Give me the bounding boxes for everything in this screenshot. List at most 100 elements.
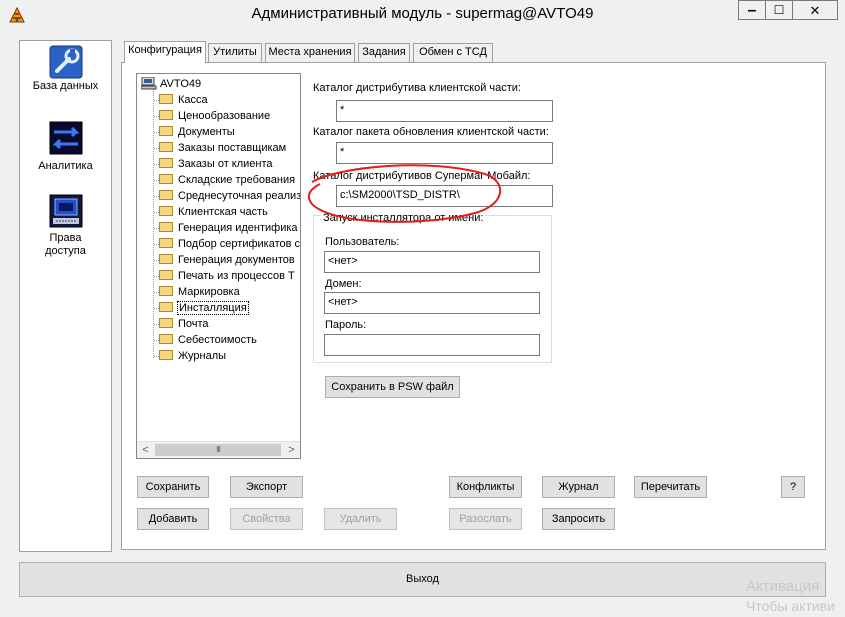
tree-item[interactable]: Себестоимость	[154, 332, 257, 348]
nav-label-database: База данных	[32, 80, 99, 92]
scroll-grip-icon: III	[216, 445, 221, 454]
tree-item-label: Журналы	[178, 350, 227, 362]
nav-item-access-rights[interactable]: Права доступа	[20, 194, 111, 258]
tree-root[interactable]: AVTO49	[140, 76, 202, 92]
tree-item[interactable]: Генерация идентифика	[154, 220, 298, 236]
tree-item-label: Ценообразование	[178, 110, 271, 122]
folder-icon	[159, 158, 173, 169]
add-button[interactable]: Добавить	[137, 508, 209, 530]
tree-item[interactable]: Касса	[154, 92, 208, 108]
user-label: Пользователь:	[325, 236, 400, 248]
database-wrench-icon	[49, 45, 82, 79]
help-button[interactable]: ?	[781, 476, 805, 498]
save-psw-button[interactable]: Сохранить в PSW файл	[325, 376, 460, 398]
user-field[interactable]: <нет>	[324, 251, 540, 273]
reread-button[interactable]: Перечитать	[634, 476, 707, 498]
journal-button[interactable]: Журнал	[542, 476, 615, 498]
properties-button[interactable]: Свойства	[230, 508, 303, 530]
domain-label: Домен:	[325, 278, 362, 290]
activation-watermark-line2: Чтобы активи	[746, 598, 835, 614]
tree-horizontal-scrollbar[interactable]: < III >	[137, 441, 300, 458]
close-button[interactable]: ✕	[792, 0, 838, 20]
save-button[interactable]: Сохранить	[137, 476, 209, 498]
tree-item-label: Подбор сертификатов с	[178, 238, 301, 250]
request-button[interactable]: Запросить	[542, 508, 615, 530]
conflicts-button[interactable]: Конфликты	[449, 476, 522, 498]
tree-item[interactable]: Складские требования	[154, 172, 296, 188]
client-distr-label: Каталог дистрибутива клиентской части:	[313, 82, 521, 94]
tree-item[interactable]: Среднесуточная реализ	[154, 188, 301, 204]
folder-icon	[159, 238, 173, 249]
tree-item[interactable]: Маркировка	[154, 284, 240, 300]
nav-label-analytics: Аналитика	[38, 160, 93, 172]
close-icon: ✕	[809, 2, 821, 18]
scroll-left-button[interactable]: <	[137, 442, 154, 458]
tab-storage-locations[interactable]: Места хранения	[265, 43, 355, 62]
exit-button[interactable]: Выход	[19, 562, 826, 597]
tree-guide-line	[153, 88, 154, 358]
client-distr-field[interactable]: *	[336, 100, 553, 122]
maximize-icon: ☐	[773, 3, 785, 17]
folder-icon	[159, 142, 173, 153]
tree-item-label: Почта	[178, 318, 209, 330]
folder-icon	[159, 302, 173, 313]
tab-tsd-exchange[interactable]: Обмен с ТСД	[413, 43, 493, 62]
access-rights-icon	[49, 194, 82, 228]
nav-label-access-rights-line1: Права	[49, 232, 82, 244]
send-button[interactable]: Разослать	[449, 508, 522, 530]
tree-item[interactable]: Генерация документов	[154, 252, 295, 268]
delete-button[interactable]: Удалить	[324, 508, 397, 530]
tree-item-label: Клиентская часть	[178, 206, 268, 218]
tab-configuration[interactable]: Конфигурация	[124, 41, 206, 63]
tree-item[interactable]: Журналы	[154, 348, 227, 364]
scroll-right-button[interactable]: >	[283, 442, 300, 458]
tree-item-label: Документы	[178, 126, 235, 138]
tree-item[interactable]: Печать из процессов Т	[154, 268, 295, 284]
minimize-icon: ▁	[748, 1, 756, 12]
tree-item[interactable]: Документы	[154, 124, 235, 140]
tree-item-label: Генерация идентифика	[178, 222, 298, 234]
tree-item[interactable]: Заказы от клиента	[154, 156, 273, 172]
nav-item-analytics[interactable]: Аналитика	[20, 121, 111, 173]
folder-icon	[159, 286, 173, 297]
config-tree[interactable]: AVTO49 Касса Ценообразование Документы Зака…	[136, 73, 301, 459]
folder-icon	[159, 126, 173, 137]
tree-item[interactable]: Ценообразование	[154, 108, 271, 124]
folder-icon	[159, 110, 173, 121]
tree-item-label: Генерация документов	[178, 254, 295, 266]
minimize-button[interactable]: ▁	[738, 0, 766, 20]
export-button[interactable]: Экспорт	[230, 476, 303, 498]
tree-item-label: Заказы от клиента	[178, 158, 273, 170]
tree-item[interactable]: Клиентская часть	[154, 204, 268, 220]
tab-utilities[interactable]: Утилиты	[208, 43, 262, 62]
scroll-thumb[interactable]: III	[155, 444, 281, 456]
tree-item[interactable]: Почта	[154, 316, 209, 332]
folder-icon	[159, 270, 173, 281]
folder-icon	[159, 318, 173, 329]
tree-item-label: Себестоимость	[178, 334, 257, 346]
tree-item[interactable]: Инсталляция	[154, 300, 249, 316]
nav-label-access-rights-line2: доступа	[45, 245, 86, 257]
tree-item-label: Складские требования	[178, 174, 296, 186]
folder-icon	[159, 190, 173, 201]
domain-field[interactable]: <нет>	[324, 292, 540, 314]
window-title: Административный модуль - supermag@AVTO4…	[251, 5, 594, 22]
folder-icon	[159, 206, 173, 217]
analytics-icon	[49, 121, 82, 155]
activation-watermark-line1: Активация	[746, 578, 820, 595]
password-field[interactable]	[324, 334, 540, 356]
computer-icon	[140, 76, 157, 90]
tree-item[interactable]: Подбор сертификатов с	[154, 236, 301, 252]
maximize-button[interactable]: ☐	[765, 0, 793, 20]
folder-icon	[159, 222, 173, 233]
tree-root-label: AVTO49	[160, 78, 202, 90]
tree-item-label: Заказы поставщикам	[178, 142, 287, 154]
tree-item-label: Среднесуточная реализ	[178, 190, 301, 202]
annotation-circle	[308, 164, 502, 223]
tree-item[interactable]: Заказы поставщикам	[154, 140, 287, 156]
tab-tasks[interactable]: Задания	[358, 43, 410, 62]
folder-icon	[159, 334, 173, 345]
nav-item-database[interactable]: База данных	[20, 45, 111, 93]
tree-item-label: Касса	[178, 94, 208, 106]
navigation-panel: База данных Аналитика Права доступа	[19, 40, 112, 552]
